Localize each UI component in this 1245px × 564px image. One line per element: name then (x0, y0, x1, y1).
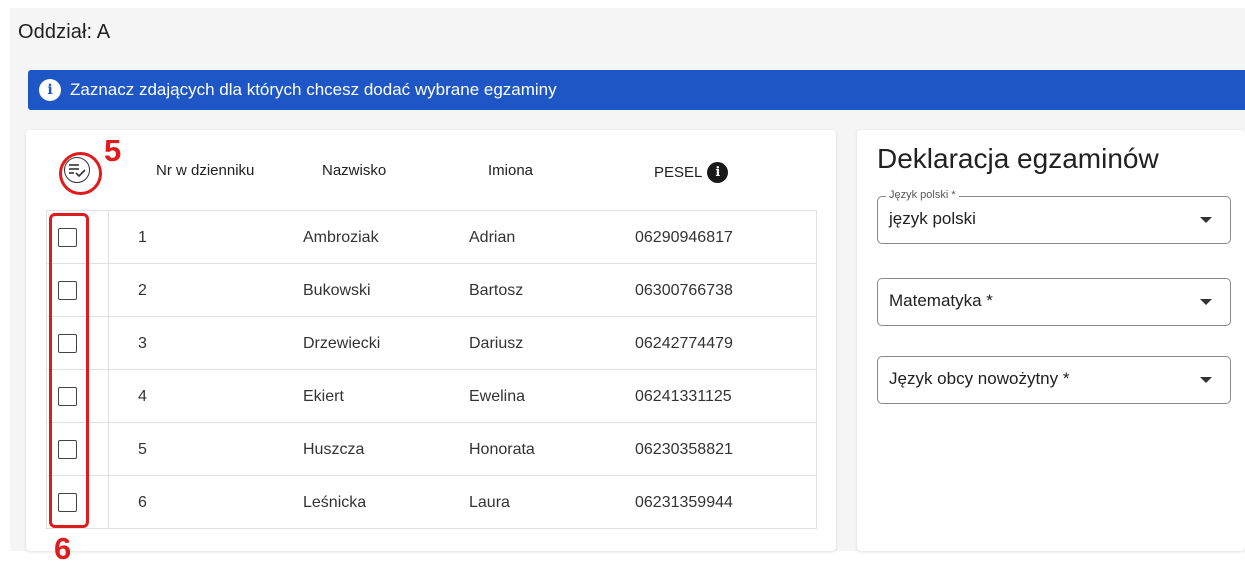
cell-nazwisko: Bukowski (303, 282, 371, 299)
annotation-label-5: 5 (104, 133, 122, 168)
cell-nr: 3 (138, 335, 147, 352)
cell-pesel: 06290946817 (635, 229, 733, 246)
header-nazwisko[interactable]: Nazwisko (322, 162, 386, 179)
cell-imiona: Adrian (469, 229, 516, 246)
cell-nazwisko: Leśnicka (303, 494, 367, 511)
table-row: 4 Ekiert Ewelina 06241331125 (47, 370, 816, 423)
cell-nr: 4 (138, 388, 147, 405)
cell-nazwisko: Ambroziak (303, 229, 379, 246)
cell-pesel: 06300766738 (635, 282, 733, 299)
cell-nr: 5 (138, 441, 147, 458)
table-row: 1 Ambroziak Adrian 06290946817 (47, 211, 816, 264)
header-imiona[interactable]: Imiona (488, 162, 533, 179)
dropdown-arrow-icon (1200, 299, 1212, 305)
cell-nazwisko: Drzewiecki (303, 335, 381, 352)
info-icon[interactable]: i (707, 162, 729, 183)
table-header: Nr w dzienniku Nazwisko Imiona PESEL i (26, 152, 836, 192)
cell-imiona: Honorata (469, 441, 535, 458)
students-table: 1 Ambroziak Adrian 06290946817 2 Bukowsk… (46, 210, 817, 529)
select-jezyk-obcy[interactable]: Język obcy nowożytny * (877, 356, 1231, 404)
annotation-label-6: 6 (54, 531, 72, 564)
table-row: 5 Huszcza Honorata 06230358821 (47, 423, 816, 476)
students-card: Nr w dzienniku Nazwisko Imiona PESEL i 1… (26, 130, 836, 551)
cell-pesel: 06230358821 (635, 441, 733, 458)
cell-nr: 1 (138, 229, 147, 246)
table-row: 6 Leśnicka Laura 06231359944 (47, 476, 816, 529)
cell-imiona: Bartosz (469, 282, 524, 299)
header-pesel[interactable]: PESEL i (654, 162, 729, 183)
section-title: Oddział: A (18, 21, 111, 43)
select-legend: Język polski * (886, 189, 959, 201)
cell-nazwisko: Huszcza (303, 441, 365, 458)
cell-imiona: Laura (469, 494, 510, 511)
annotation-box (49, 213, 89, 528)
declaration-title: Deklaracja egzaminów (877, 143, 1159, 174)
info-banner-text: Zaznacz zdających dla których chcesz dod… (70, 80, 557, 99)
cell-nr: 6 (138, 494, 147, 511)
annotation-circle (59, 152, 102, 195)
select-jezyk-polski[interactable]: Język polski * język polski (877, 189, 1231, 244)
select-matematyka[interactable]: Matematyka * (877, 278, 1231, 326)
cell-pesel: 06241331125 (635, 388, 732, 405)
select-value: Język obcy nowożytny * (889, 369, 1070, 388)
select-value: Matematyka * (889, 291, 993, 310)
cell-nr: 2 (138, 282, 147, 299)
dropdown-arrow-icon (1200, 217, 1212, 223)
dropdown-arrow-icon (1200, 377, 1212, 383)
info-icon: i (39, 79, 61, 101)
info-banner: i Zaznacz zdających dla których chcesz d… (28, 70, 1245, 110)
select-value: język polski (889, 209, 976, 228)
cell-pesel: 06242774479 (635, 335, 733, 352)
cell-imiona: Dariusz (469, 335, 524, 352)
cell-nazwisko: Ekiert (303, 388, 344, 405)
cell-imiona: Ewelina (469, 388, 526, 405)
declaration-card: Deklaracja egzaminów Język polski * języ… (857, 130, 1245, 551)
cell-pesel: 06231359944 (635, 494, 733, 511)
table-row: 2 Bukowski Bartosz 06300766738 (47, 264, 816, 317)
header-pesel-label: PESEL (654, 164, 703, 181)
table-row: 3 Drzewiecki Dariusz 06242774479 (47, 317, 816, 370)
header-nr[interactable]: Nr w dzienniku (156, 162, 254, 179)
